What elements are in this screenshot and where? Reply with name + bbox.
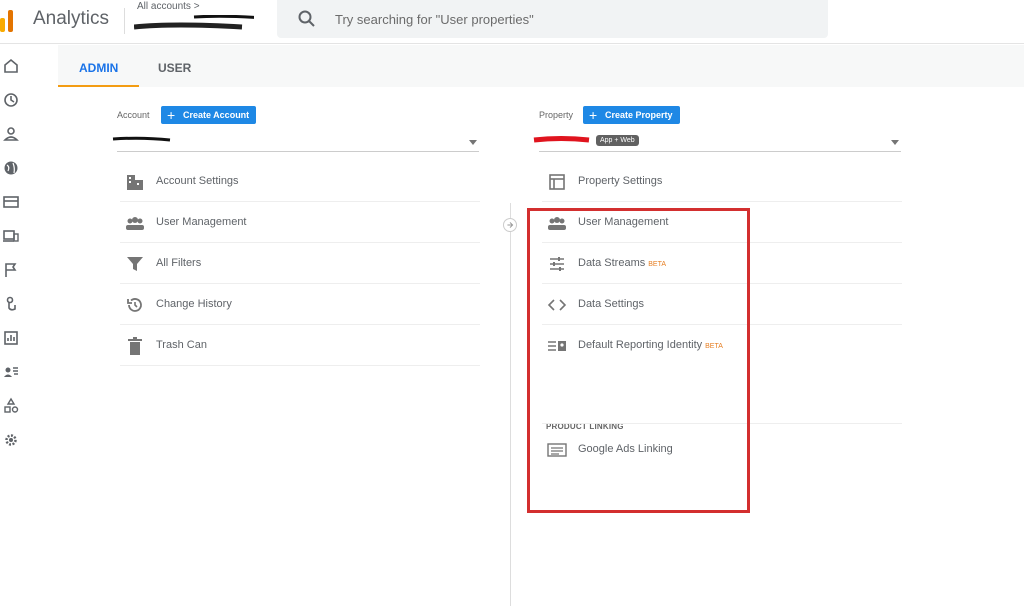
history-icon: [127, 298, 142, 312]
column-divider: [510, 203, 511, 606]
property-select-underline: [539, 151, 901, 152]
collapse-arrow-icon[interactable]: [503, 218, 517, 232]
all-filters-label: All Filters: [156, 257, 202, 269]
admin-content: Account + Create Account Account Setting…: [58, 87, 1024, 606]
clock-icon[interactable]: [2, 91, 20, 109]
redacted-account-select[interactable]: [112, 134, 172, 144]
home-icon[interactable]: [2, 57, 20, 75]
filter-icon: [127, 257, 143, 271]
account-user-management-item[interactable]: User Management: [120, 203, 480, 243]
property-dropdown-chevron-icon[interactable]: [891, 140, 899, 145]
left-nav-rail: [0, 45, 58, 606]
property-settings-label: Property Settings: [578, 175, 663, 187]
create-account-button[interactable]: + Create Account: [161, 106, 257, 124]
account-path[interactable]: All accounts >: [137, 1, 200, 12]
account-user-management-label: User Management: [156, 216, 247, 228]
account-settings-item[interactable]: Account Settings: [120, 162, 480, 202]
touch-icon[interactable]: [2, 295, 20, 313]
change-history-label: Change History: [156, 298, 232, 310]
audience-icon[interactable]: [2, 363, 20, 381]
app-brand[interactable]: Analytics: [33, 8, 109, 30]
search-input[interactable]: Try searching for "User properties": [335, 12, 534, 27]
users-icon: [126, 217, 144, 230]
divider: [124, 8, 125, 34]
top-bar: Analytics All accounts > Try searching f…: [0, 0, 1024, 44]
create-property-button[interactable]: + Create Property: [583, 106, 680, 124]
search-bar[interactable]: Try searching for "User properties": [277, 0, 828, 38]
account-dropdown-chevron-icon[interactable]: [469, 140, 477, 145]
highlight-annotation-box: [527, 208, 750, 513]
layout-icon: [549, 174, 565, 190]
person-icon[interactable]: [2, 125, 20, 143]
trash-icon: [128, 337, 142, 355]
report-icon[interactable]: [2, 329, 20, 347]
tab-admin[interactable]: ADMIN: [79, 61, 118, 75]
devices-icon[interactable]: [2, 227, 20, 245]
all-filters-item[interactable]: All Filters: [120, 244, 480, 284]
create-account-label: Create Account: [183, 110, 250, 120]
trash-can-item[interactable]: Trash Can: [120, 326, 480, 366]
search-icon[interactable]: [297, 9, 317, 29]
create-property-label: Create Property: [605, 110, 673, 120]
shapes-icon[interactable]: [2, 397, 20, 415]
account-settings-label: Account Settings: [156, 175, 239, 187]
account-column-label: Account: [117, 110, 150, 120]
property-settings-item[interactable]: Property Settings: [542, 162, 902, 202]
change-history-item[interactable]: Change History: [120, 285, 480, 325]
account-select-underline: [117, 151, 479, 152]
analytics-logo-icon[interactable]: [0, 6, 22, 32]
cards-icon[interactable]: [2, 193, 20, 211]
tab-user[interactable]: USER: [158, 61, 191, 75]
main-area: ADMIN USER Account + Create Account Acco…: [58, 45, 1024, 606]
admin-tabs: ADMIN USER: [58, 45, 1024, 87]
globe-icon[interactable]: [2, 159, 20, 177]
flag-icon[interactable]: [2, 261, 20, 279]
plus-icon: +: [589, 107, 598, 123]
trash-can-label: Trash Can: [156, 339, 207, 351]
plus-icon: +: [167, 107, 176, 123]
settings-gear-icon[interactable]: [2, 431, 20, 449]
app-web-badge: App + Web: [596, 135, 639, 146]
redacted-account-name[interactable]: [134, 15, 254, 32]
building-icon: [127, 175, 143, 190]
redacted-property-select[interactable]: [533, 135, 591, 145]
property-column-label: Property: [539, 110, 574, 120]
